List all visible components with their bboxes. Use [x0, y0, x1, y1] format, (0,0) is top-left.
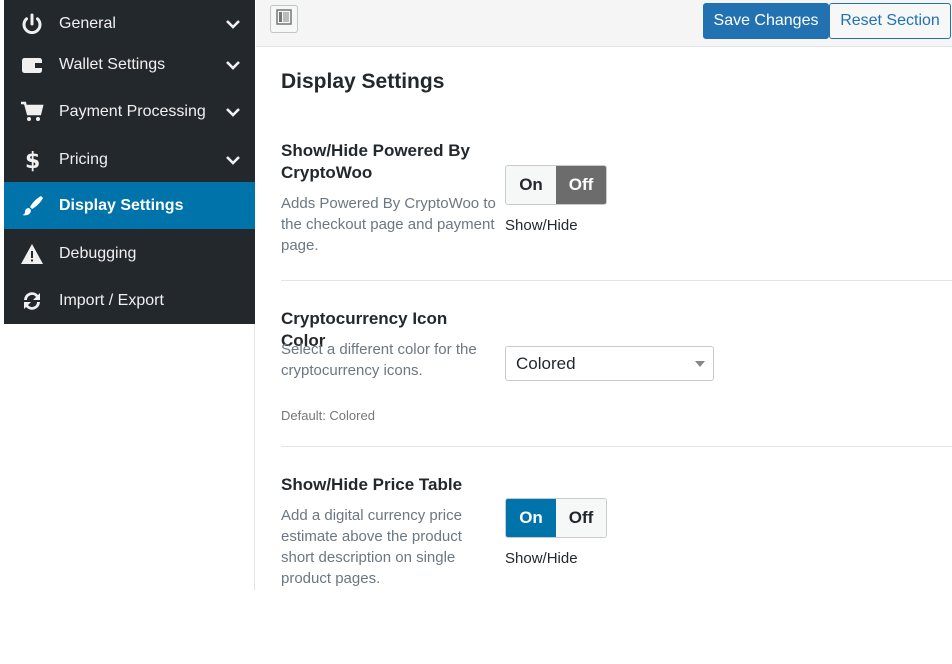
field-description: Adds Powered By CryptoWoo to the checkou… — [281, 195, 496, 254]
dropdown-caret-icon — [695, 361, 705, 367]
dollar-icon: $ — [20, 148, 44, 172]
switch-caption: Show/Hide — [505, 217, 578, 234]
sidebar-item-payment-processing[interactable]: Payment Processing — [4, 88, 255, 135]
sidebar: General Wallet Settings Payment Processi… — [4, 0, 255, 324]
sidebar-item-import-export[interactable]: Import / Export — [4, 277, 255, 324]
power-icon — [20, 12, 44, 36]
sidebar-item-label: Wallet Settings — [59, 55, 166, 73]
select-value: Colored — [516, 353, 576, 373]
sidebar-item-display-settings[interactable]: Display Settings — [4, 182, 255, 229]
main-content: Display Settings Show/Hide Powered By Cr… — [256, 48, 952, 590]
toolbar: Save Changes Reset Section — [256, 0, 952, 47]
cart-icon — [20, 100, 44, 124]
refresh-icon — [20, 289, 44, 313]
field-description: Add a digital currency price estimate ab… — [281, 507, 462, 587]
sidebar-item-label: Display Settings — [59, 196, 184, 214]
powered-by-switch[interactable]: On Off — [505, 165, 607, 205]
sidebar-item-label: Pricing — [59, 150, 108, 168]
divider — [281, 446, 952, 447]
sidebar-item-wallet-settings[interactable]: Wallet Settings — [4, 41, 255, 88]
sidebar-item-label: Debugging — [59, 244, 137, 262]
layout-toggle-button[interactable] — [270, 5, 298, 33]
sidebar-item-label: Import / Export — [59, 291, 164, 309]
switch-on-option[interactable]: On — [506, 166, 556, 204]
chevron-down-icon[interactable] — [224, 103, 242, 121]
field-title: Show/Hide Powered By CryptoWoo — [281, 141, 470, 182]
sidebar-item-general[interactable]: General — [4, 0, 255, 47]
sidebar-item-pricing[interactable]: $ Pricing — [4, 136, 255, 183]
icon-color-select[interactable]: Colored — [505, 346, 714, 381]
page-title: Display Settings — [281, 70, 445, 93]
sidebar-item-label: Payment Processing — [59, 102, 206, 120]
sidebar-empty-area — [4, 324, 255, 590]
layout-icon — [276, 8, 292, 30]
switch-caption: Show/Hide — [505, 550, 578, 567]
switch-off-option[interactable]: Off — [556, 166, 606, 204]
field-description: Select a different color for the cryptoc… — [281, 341, 477, 379]
field-title: Show/Hide Price Table — [281, 475, 463, 494]
sidebar-item-label: General — [59, 14, 116, 32]
reset-section-button[interactable]: Reset Section — [829, 3, 951, 39]
sidebar-item-debugging[interactable]: Debugging — [4, 230, 255, 277]
default-value-text: Default: Colored — [281, 408, 375, 423]
svg-text:$: $ — [25, 149, 40, 172]
switch-off-option[interactable]: Off — [556, 499, 606, 537]
warning-icon — [20, 242, 44, 266]
price-table-switch[interactable]: On Off — [505, 498, 607, 538]
chevron-down-icon[interactable] — [224, 15, 242, 33]
divider — [281, 280, 952, 281]
chevron-down-icon[interactable] — [224, 56, 242, 74]
brush-icon — [20, 194, 44, 218]
save-changes-button[interactable]: Save Changes — [703, 3, 829, 39]
app-window: General Wallet Settings Payment Processi… — [0, 0, 952, 664]
wallet-icon — [20, 53, 44, 77]
switch-on-option[interactable]: On — [506, 499, 556, 537]
chevron-down-icon[interactable] — [224, 151, 242, 169]
